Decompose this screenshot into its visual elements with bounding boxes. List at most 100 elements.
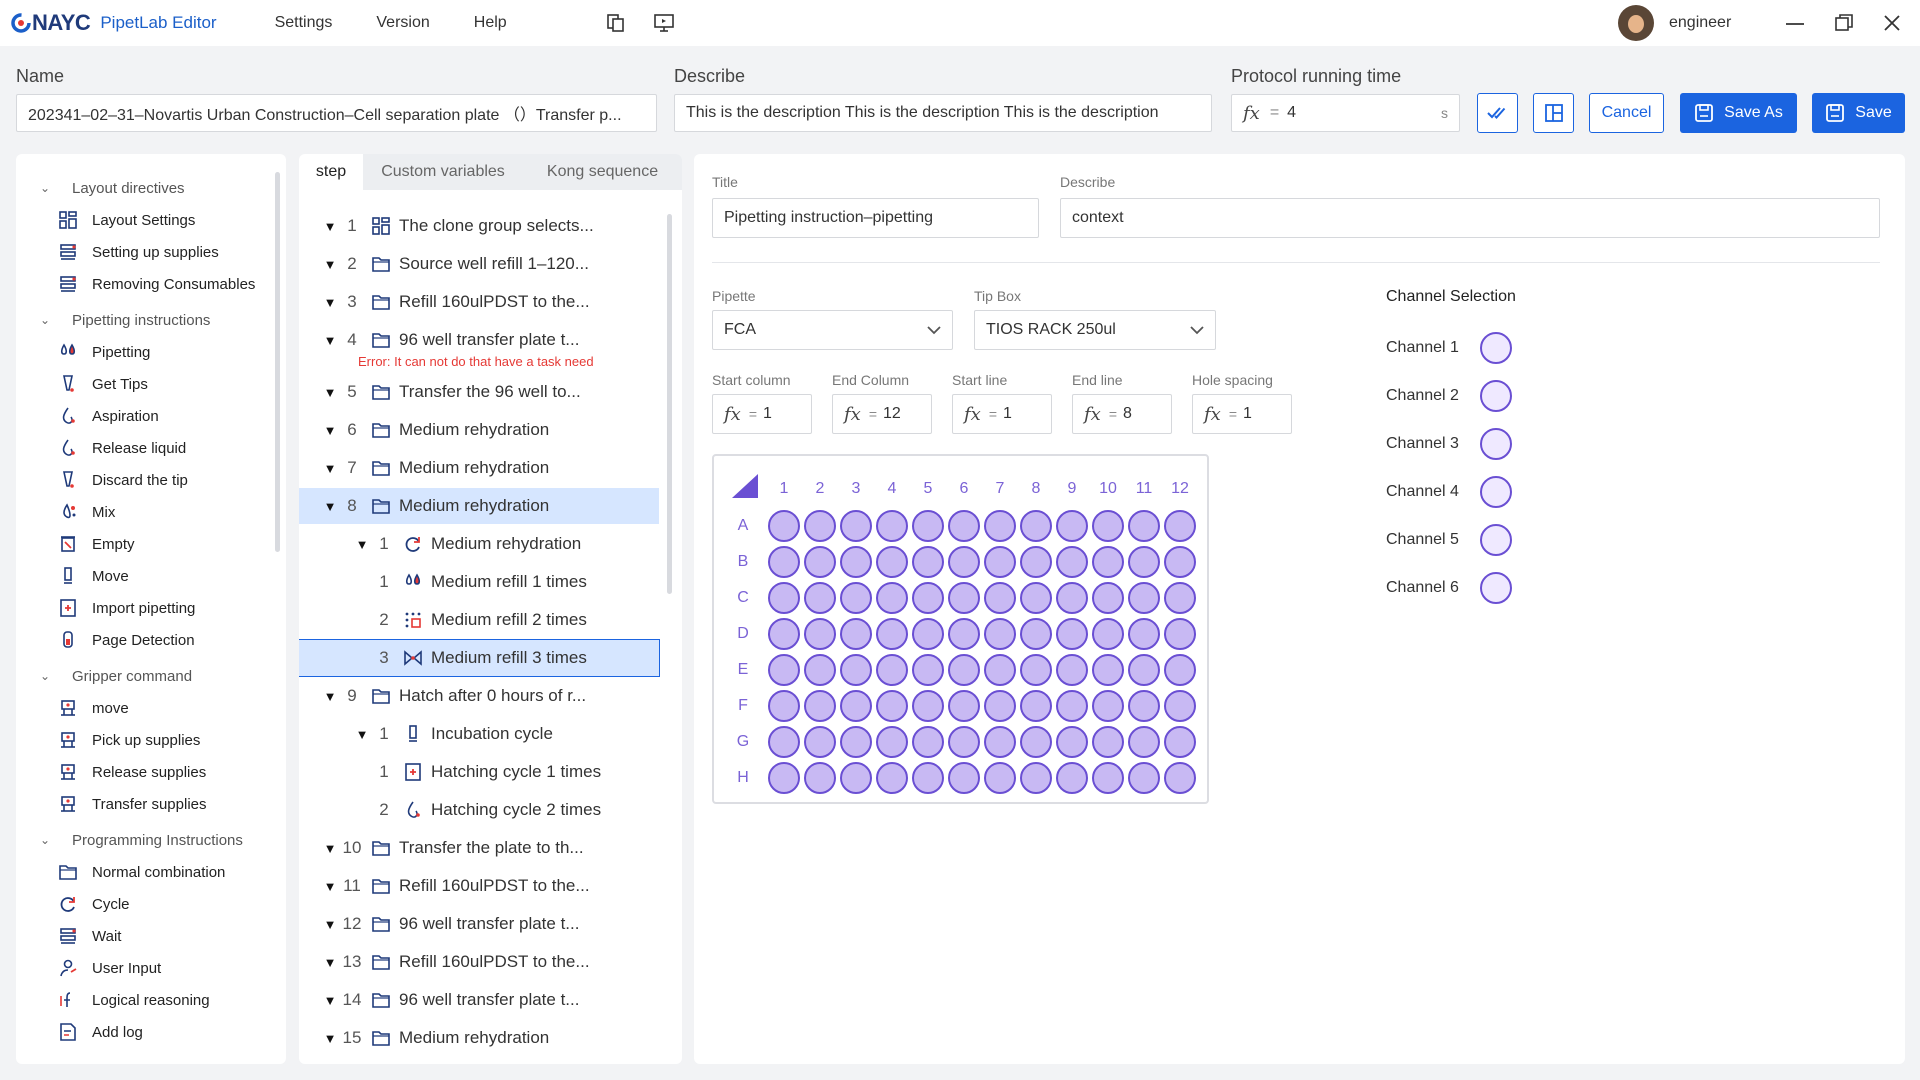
plate-row-label[interactable]: H [728,760,758,796]
cancel-button[interactable]: Cancel [1589,93,1664,133]
user-name[interactable]: engineer [1669,14,1731,32]
plate-well[interactable] [1056,510,1088,542]
plate-well[interactable] [1020,762,1052,794]
plate-well[interactable] [912,618,944,650]
plate-well[interactable] [1164,762,1196,794]
plate-well[interactable] [876,618,908,650]
plate-well[interactable] [804,654,836,686]
plate-well[interactable] [1056,726,1088,758]
channel-toggle[interactable] [1480,380,1512,412]
tab-kong-sequence[interactable]: Kong sequence [523,154,682,190]
plate-well[interactable] [1164,726,1196,758]
channel-row[interactable]: Channel 2 [1386,380,1512,412]
caret-down-icon[interactable]: ▼ [323,917,337,932]
sidebar-item[interactable]: Wait [16,920,286,952]
plate-well[interactable] [1128,690,1160,722]
plate-well[interactable] [768,690,800,722]
sidebar-item[interactable]: Empty [16,528,286,560]
layout-button[interactable] [1533,93,1574,133]
plate-well[interactable] [768,582,800,614]
sidebar-item[interactable]: move [16,692,286,724]
plate-row-label[interactable]: B [728,544,758,580]
check-all-button[interactable] [1477,93,1518,133]
param-input[interactable]: fx = 1 [712,394,812,434]
tree-row[interactable]: ▼ 2 Source well refill 1–120... [299,246,659,282]
plate-well[interactable] [1128,726,1160,758]
plate-well[interactable] [1164,690,1196,722]
plate-well[interactable] [804,690,836,722]
sidebar-item[interactable]: Layout Settings [16,204,286,236]
caret-down-icon[interactable]: ▼ [323,257,337,272]
tree-row[interactable]: 3 Medium refill 3 times [299,639,660,677]
plate-well[interactable] [804,510,836,542]
tree-row[interactable]: ▼ 7 Medium rehydration [299,450,659,486]
plate-well[interactable] [912,546,944,578]
sidebar-item[interactable]: Removing Consumables [16,268,286,300]
plate-well[interactable] [912,582,944,614]
plate-column-label[interactable]: 3 [838,474,874,504]
tree-row[interactable]: ▼ 14 96 well transfer plate t... [299,982,659,1018]
plate-column-label[interactable]: 7 [982,474,1018,504]
plate-well[interactable] [1092,654,1124,686]
title-input[interactable]: Pipetting instruction–pipetting [712,198,1039,238]
plate-well[interactable] [1128,762,1160,794]
tree-row[interactable]: 1 Medium refill 1 times [299,564,659,600]
plate-well[interactable] [804,726,836,758]
caret-down-icon[interactable]: ▼ [323,879,337,894]
channel-row[interactable]: Channel 6 [1386,572,1512,604]
plate-well[interactable] [876,726,908,758]
sidebar-item[interactable]: Mix [16,496,286,528]
plate-well[interactable] [876,762,908,794]
plate-column-label[interactable]: 4 [874,474,910,504]
tree-row[interactable]: ▼ 12 96 well transfer plate t... [299,906,659,942]
plate-well[interactable] [876,546,908,578]
plate-well[interactable] [984,690,1016,722]
running-time-input[interactable]: fx = 4 s [1231,94,1460,132]
plate-well[interactable] [1092,690,1124,722]
sidebar-item[interactable]: Transfer supplies [16,788,286,820]
plate-well[interactable] [948,690,980,722]
sidebar-item[interactable]: Release liquid [16,432,286,464]
sidebar-item[interactable]: Pick up supplies [16,724,286,756]
plate-well[interactable] [1092,618,1124,650]
channel-toggle[interactable] [1480,476,1512,508]
plate-well[interactable] [840,546,872,578]
plate-well[interactable] [1128,654,1160,686]
channel-toggle[interactable] [1480,524,1512,556]
sidebar-item[interactable]: Setting up supplies [16,236,286,268]
plate-well[interactable] [840,762,872,794]
channel-toggle[interactable] [1480,332,1512,364]
plate-well[interactable] [948,654,980,686]
plate-well[interactable] [984,582,1016,614]
plate-well[interactable] [840,510,872,542]
plate-well[interactable] [1056,618,1088,650]
plate-well[interactable] [1020,690,1052,722]
plate-column-label[interactable]: 11 [1126,474,1162,504]
plate-well[interactable] [1092,582,1124,614]
caret-down-icon[interactable]: ▼ [323,689,337,704]
sidebar-group[interactable]: ⌄ Gripper command [16,660,286,692]
plate-well[interactable] [1020,726,1052,758]
minimize-icon[interactable] [1785,14,1805,34]
tree-row[interactable]: ▼ 1 The clone group selects... [299,208,659,244]
sidebar-item[interactable]: Import pipetting [16,592,286,624]
plate-well[interactable] [1092,510,1124,542]
channel-toggle[interactable] [1480,428,1512,460]
caret-down-icon[interactable]: ▼ [323,333,337,348]
describe-input[interactable]: This is the description This is the desc… [674,94,1212,132]
plate-well[interactable] [768,510,800,542]
menu-version[interactable]: Version [376,14,429,32]
plate-well[interactable] [1056,690,1088,722]
plate-well[interactable] [876,654,908,686]
plate-well[interactable] [768,762,800,794]
plate-column-label[interactable]: 8 [1018,474,1054,504]
tree-row[interactable]: ▼ 15 Medium rehydration [299,1020,659,1056]
plate-column-label[interactable]: 12 [1162,474,1198,504]
caret-down-icon[interactable]: ▼ [323,955,337,970]
plate-well[interactable] [840,690,872,722]
caret-down-icon[interactable]: ▼ [323,841,337,856]
sidebar-item[interactable]: Aspiration [16,400,286,432]
close-icon[interactable] [1882,13,1902,33]
tree-row[interactable]: 2 Medium refill 2 times [299,602,659,638]
plate-well[interactable] [1092,546,1124,578]
